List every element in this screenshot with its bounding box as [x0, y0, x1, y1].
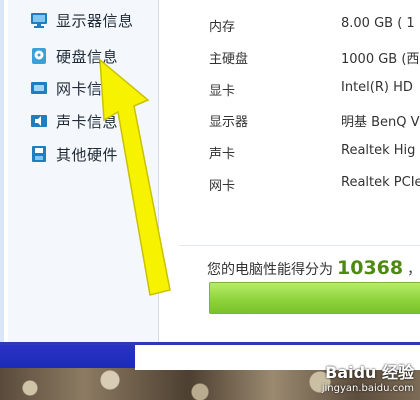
watermark-url: jingyan.baidu.com — [321, 383, 414, 394]
watermark: Baidu 经验 jingyan.baidu.com — [322, 359, 414, 394]
watermark-brand: Baidu 经验 — [325, 363, 414, 382]
annotation-arrow-icon — [99, 58, 171, 296]
